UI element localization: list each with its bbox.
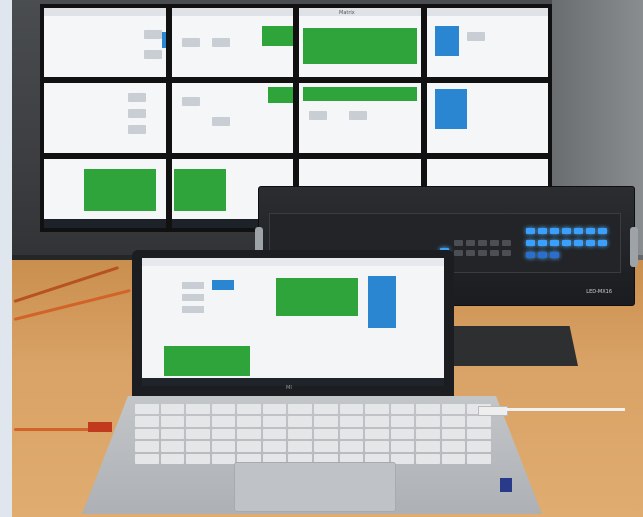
panel-button — [454, 250, 463, 256]
wall-cell — [128, 93, 146, 103]
left-frame-border — [0, 0, 12, 517]
wall-cell — [144, 50, 162, 59]
orange-cable — [14, 428, 90, 431]
output-led — [598, 240, 607, 246]
wall-cell — [466, 32, 485, 41]
input-led — [574, 228, 583, 234]
output-led — [538, 252, 547, 258]
wall-green-block — [303, 87, 417, 102]
app-cell — [182, 294, 204, 301]
wall-cell — [144, 30, 162, 39]
wall-panel-6 — [171, 83, 293, 153]
cpu-sticker — [500, 478, 512, 492]
wall-panel-2 — [171, 8, 293, 78]
wall-tab-label: Matrix — [339, 10, 355, 16]
panel-button — [466, 240, 475, 246]
wall-panel-3: Matrix — [299, 8, 421, 78]
panel-button — [502, 240, 511, 246]
app-cell — [182, 306, 204, 313]
laptop-screen — [132, 250, 454, 398]
window-titlebar — [426, 8, 548, 16]
window-titlebar — [299, 8, 421, 16]
usb-connector — [478, 406, 508, 416]
panel-button — [478, 250, 487, 256]
wall-blue-tile — [434, 26, 459, 56]
panel-button — [490, 250, 499, 256]
output-led — [586, 240, 595, 246]
wall-taskbar — [44, 219, 166, 228]
app-header — [142, 258, 444, 266]
table-grommet — [438, 326, 578, 366]
output-led — [526, 240, 535, 246]
wall-cell — [128, 109, 146, 119]
input-led — [550, 228, 559, 234]
window-titlebar — [171, 8, 293, 16]
output-led — [538, 240, 547, 246]
wall-green-block — [303, 28, 417, 64]
laptop-keyboard — [135, 404, 491, 464]
panel-button — [454, 240, 463, 246]
input-led — [526, 228, 535, 234]
wall-blue-tile — [434, 89, 467, 130]
wall-green-block — [267, 87, 293, 104]
windows-taskbar — [142, 378, 444, 386]
wall-panel-7 — [299, 83, 421, 153]
output-led — [562, 240, 571, 246]
wall-green-block — [84, 168, 156, 211]
window-titlebar — [44, 8, 166, 16]
wall-cell — [181, 97, 200, 107]
input-led — [538, 228, 547, 234]
laptop-touchpad — [234, 462, 396, 512]
wall-cell — [349, 111, 367, 121]
laptop-brand-logo: MI — [286, 385, 292, 391]
laptop-display — [142, 258, 444, 386]
wall-cell — [181, 38, 200, 47]
wall-panel-5 — [44, 83, 166, 153]
app-blue-tile — [212, 280, 234, 290]
app-cell — [182, 282, 204, 289]
input-led — [598, 228, 607, 234]
wall-cell — [128, 125, 146, 135]
wall-green-block — [173, 168, 226, 211]
wall-cell — [211, 117, 230, 127]
wall-panel-1 — [44, 8, 166, 78]
app-green-block — [276, 278, 358, 316]
wall-green-block — [261, 26, 293, 46]
wall-panel-8 — [426, 83, 548, 153]
wall-cell — [211, 38, 230, 47]
device-model-label: LED-MX16 — [586, 289, 612, 295]
wall-blue-tile — [162, 32, 166, 48]
white-cable — [505, 408, 625, 411]
output-led — [574, 240, 583, 246]
input-led — [586, 228, 595, 234]
app-green-block — [164, 346, 250, 376]
output-led — [550, 252, 559, 258]
panel-button — [466, 250, 475, 256]
app-blue-panel — [368, 276, 396, 328]
usb-connector — [88, 422, 112, 432]
wall-panel-4 — [426, 8, 548, 78]
panel-button — [490, 240, 499, 246]
output-led — [550, 240, 559, 246]
output-led — [526, 252, 535, 258]
rack-handle — [630, 227, 638, 267]
panel-button — [502, 250, 511, 256]
panel-button — [478, 240, 487, 246]
wall-cell — [309, 111, 327, 121]
input-led — [562, 228, 571, 234]
wall-panel-9 — [44, 158, 166, 228]
